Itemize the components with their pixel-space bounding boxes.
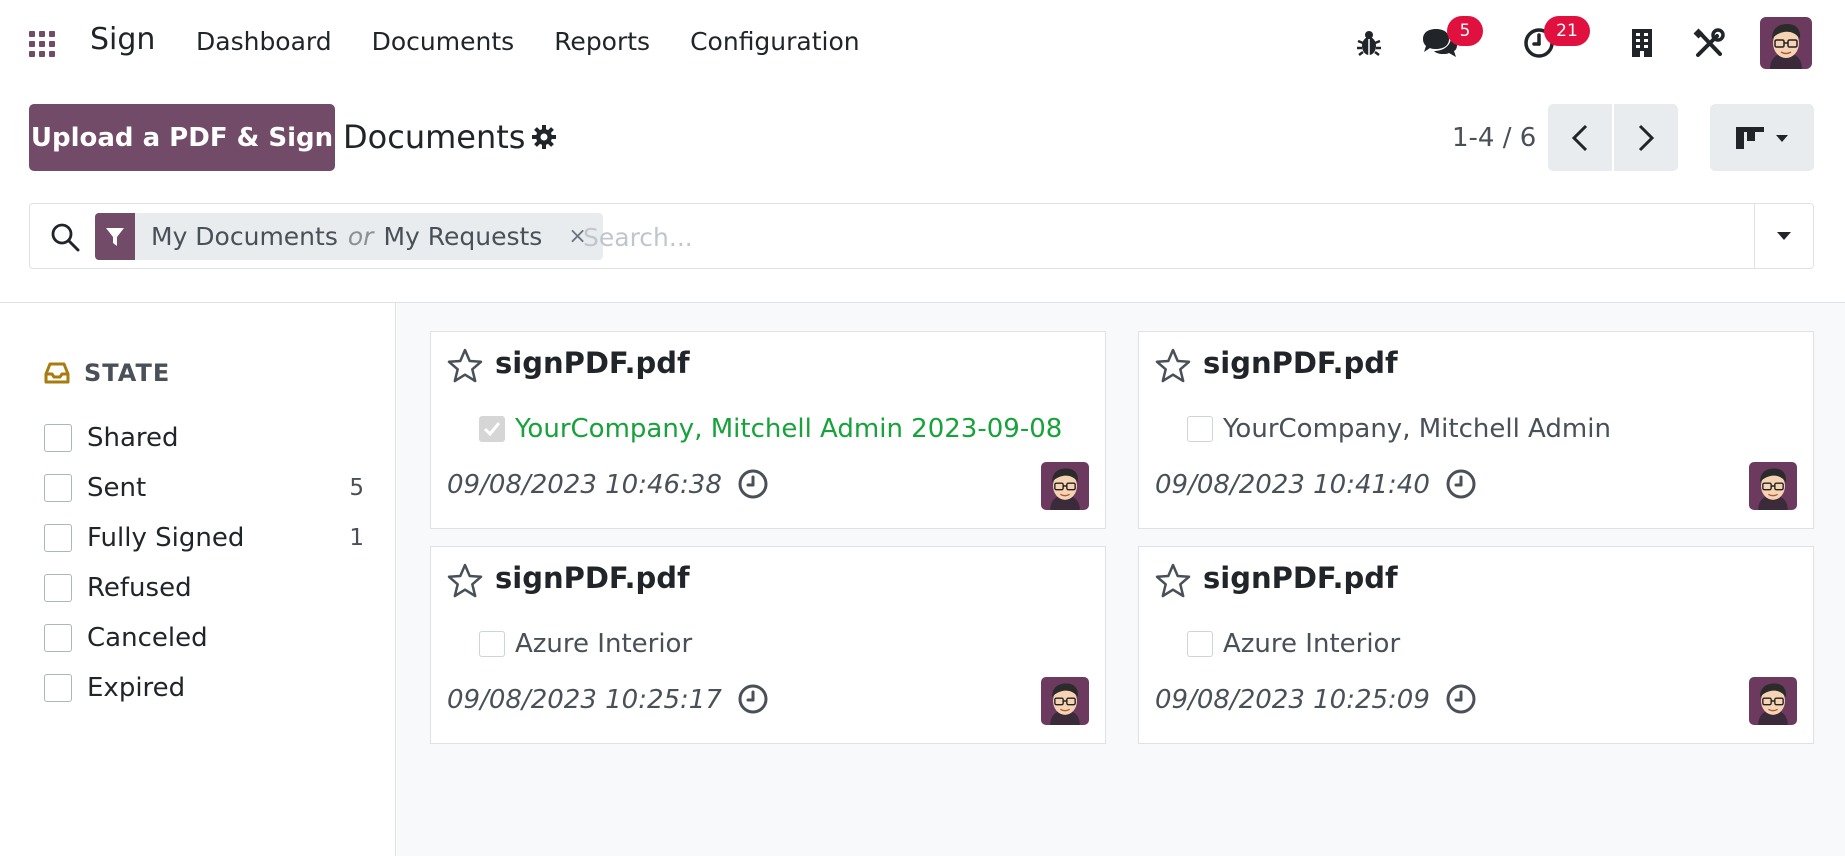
menu-reports[interactable]: Reports <box>554 27 650 56</box>
state-checkbox[interactable] <box>44 424 72 452</box>
page-title: Documents <box>343 118 526 156</box>
app-brand[interactable]: Sign <box>90 22 155 57</box>
chevron-right-icon <box>1638 124 1655 151</box>
activity-clock-icon[interactable] <box>1445 683 1477 719</box>
facet-separator: or <box>347 222 374 251</box>
search-panel: STATE Shared Sent 5 Fully Signed 1 Refus… <box>0 303 396 856</box>
state-checkbox[interactable] <box>44 674 72 702</box>
filter-funnel-icon <box>95 213 135 260</box>
facet-values: My Documents or My Requests × <box>135 213 603 260</box>
activity-clock-icon[interactable] <box>737 468 769 504</box>
state-checkbox[interactable] <box>44 474 72 502</box>
state-checkbox[interactable] <box>44 524 72 552</box>
state-filter-shared[interactable]: Shared <box>44 413 364 463</box>
star-icon[interactable] <box>1155 348 1191 388</box>
search-input[interactable] <box>583 220 1483 254</box>
top-navbar: Sign Dashboard Documents Reports Configu… <box>0 0 1845 86</box>
state-filter-expired[interactable]: Expired <box>44 663 364 713</box>
card-signer: Azure Interior <box>479 629 692 659</box>
pager-next-button[interactable] <box>1614 104 1678 171</box>
signed-checkbox <box>1187 631 1213 657</box>
state-checkbox[interactable] <box>44 574 72 602</box>
card-date: 09/08/2023 10:25:17 <box>447 685 722 715</box>
document-card[interactable]: signPDF.pdf YourCompany, Mitchell Admin … <box>430 331 1106 529</box>
signed-checkbox <box>479 416 505 442</box>
card-date: 09/08/2023 10:41:40 <box>1155 470 1430 500</box>
activity-clock-icon[interactable] <box>1445 468 1477 504</box>
menu-dashboard[interactable]: Dashboard <box>196 27 332 56</box>
state-label: Expired <box>87 673 186 703</box>
settings-tools-icon[interactable] <box>1693 28 1725 64</box>
state-filter-refused[interactable]: Refused <box>44 563 364 613</box>
pager-previous-button[interactable] <box>1548 104 1612 171</box>
state-filter-fully-signed[interactable]: Fully Signed 1 <box>44 513 364 563</box>
activity-clock-icon[interactable] <box>737 683 769 719</box>
caret-down-icon <box>1776 134 1788 142</box>
state-filter-canceled[interactable]: Canceled <box>44 613 364 663</box>
menu-configuration[interactable]: Configuration <box>690 27 860 56</box>
inbox-icon <box>44 362 70 384</box>
apps-menu-icon[interactable] <box>29 31 59 57</box>
filter-facet: My Documents or My Requests × <box>95 213 603 260</box>
card-title: signPDF.pdf <box>495 346 690 380</box>
document-card[interactable]: signPDF.pdf YourCompany, Mitchell Admin … <box>1138 331 1814 529</box>
owner-avatar[interactable] <box>1041 677 1089 725</box>
owner-avatar[interactable] <box>1041 462 1089 510</box>
star-icon[interactable] <box>447 563 483 603</box>
card-title: signPDF.pdf <box>495 561 690 595</box>
state-filter-list: Shared Sent 5 Fully Signed 1 Refused Can… <box>44 413 364 713</box>
user-avatar[interactable] <box>1760 17 1812 69</box>
state-section-title: STATE <box>84 359 171 387</box>
card-signer: Azure Interior <box>1187 629 1400 659</box>
state-label: Refused <box>87 573 192 603</box>
card-date: 09/08/2023 10:25:09 <box>1155 685 1430 715</box>
owner-avatar[interactable] <box>1749 462 1797 510</box>
document-card[interactable]: signPDF.pdf Azure Interior 09/08/2023 10… <box>1138 546 1814 744</box>
facet-value-my-requests: My Requests <box>383 222 543 251</box>
main-menu: Dashboard Documents Reports Configuratio… <box>196 27 860 56</box>
facet-value-my-documents: My Documents <box>151 222 338 251</box>
search-bar: My Documents or My Requests × <box>29 203 1814 269</box>
signer-name: YourCompany, Mitchell Admin <box>1223 414 1611 444</box>
caret-down-icon <box>1777 232 1791 240</box>
state-label: Canceled <box>87 623 208 653</box>
state-label: Sent <box>87 473 147 503</box>
signer-name: Azure Interior <box>1223 629 1401 659</box>
pager-value[interactable]: 1-4 / 6 <box>1452 123 1536 153</box>
gear-icon[interactable] <box>531 124 557 154</box>
view-switcher-button[interactable] <box>1710 104 1814 171</box>
state-label: Fully Signed <box>87 523 245 553</box>
state-count: 5 <box>349 475 364 501</box>
document-card[interactable]: signPDF.pdf Azure Interior 09/08/2023 10… <box>430 546 1106 744</box>
chevron-left-icon <box>1571 124 1588 151</box>
messages-badge: 5 <box>1447 16 1483 46</box>
state-count: 1 <box>349 525 364 551</box>
activities-badge: 21 <box>1544 16 1590 46</box>
state-section-header: STATE <box>44 359 170 387</box>
checkmark-icon <box>483 422 501 437</box>
card-title: signPDF.pdf <box>1203 561 1398 595</box>
star-icon[interactable] <box>1155 563 1191 603</box>
signer-name: YourCompany, Mitchell Admin 2023-09-08 <box>515 414 1063 444</box>
company-building-icon[interactable] <box>1630 28 1654 62</box>
kanban-view-icon <box>1736 126 1764 149</box>
signed-checkbox <box>479 631 505 657</box>
card-title: signPDF.pdf <box>1203 346 1398 380</box>
card-signer: YourCompany, Mitchell Admin <box>1187 414 1611 444</box>
upload-pdf-sign-button[interactable]: Upload a PDF & Sign <box>29 104 335 171</box>
star-icon[interactable] <box>447 348 483 388</box>
search-icon[interactable] <box>50 222 80 256</box>
card-date: 09/08/2023 10:46:38 <box>447 470 722 500</box>
signed-checkbox <box>1187 416 1213 442</box>
menu-documents[interactable]: Documents <box>372 27 515 56</box>
state-filter-sent[interactable]: Sent 5 <box>44 463 364 513</box>
owner-avatar[interactable] <box>1749 677 1797 725</box>
debug-bug-icon[interactable] <box>1356 29 1382 61</box>
card-signer: YourCompany, Mitchell Admin 2023-09-08 <box>479 414 1062 444</box>
state-label: Shared <box>87 423 179 453</box>
signer-name: Azure Interior <box>515 629 693 659</box>
state-checkbox[interactable] <box>44 624 72 652</box>
search-options-toggle[interactable] <box>1754 204 1813 268</box>
